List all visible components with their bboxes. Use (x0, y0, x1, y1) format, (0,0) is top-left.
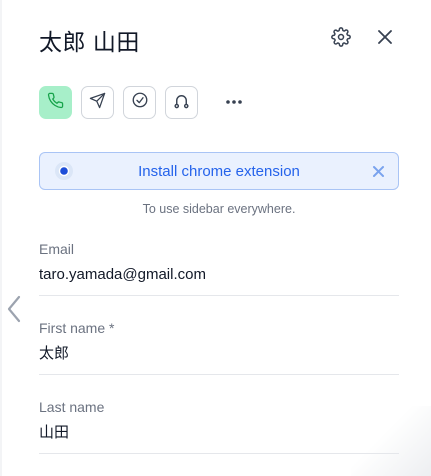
phone-icon (47, 92, 64, 114)
send-icon (89, 92, 106, 114)
sidebar-edge (0, 0, 2, 476)
contact-name-title: 太郎 山田 (39, 29, 140, 55)
action-bar (39, 86, 198, 119)
task-button[interactable] (123, 86, 156, 119)
banner-close-icon[interactable] (370, 163, 386, 179)
last-name-field[interactable]: Last name 山田 (39, 399, 399, 454)
email-label: Email (39, 241, 75, 257)
last-name-value[interactable]: 山田 (39, 424, 399, 454)
required-mark: * (109, 320, 115, 336)
first-name-label: First name * (39, 320, 115, 336)
banner-subtext: To use sidebar everywhere. (142, 202, 296, 216)
send-button[interactable] (81, 86, 114, 119)
chevron-left-icon[interactable] (4, 294, 24, 324)
more-horizontal-icon[interactable] (222, 90, 246, 114)
email-field[interactable]: Email taro.yamada@gmail.com (39, 241, 399, 296)
route-icon (172, 91, 191, 115)
email-value[interactable]: taro.yamada@gmail.com (39, 266, 399, 296)
sequence-button[interactable] (165, 86, 198, 119)
check-circle-icon (131, 91, 149, 114)
install-extension-banner[interactable]: Install chrome extension (39, 152, 399, 190)
contact-sidebar: 太郎 山田 Install chrome extension To use si… (0, 0, 431, 476)
install-extension-link[interactable]: Install chrome extension (40, 163, 398, 180)
close-icon[interactable] (373, 25, 397, 49)
gear-icon[interactable] (329, 25, 353, 49)
last-name-label: Last name (39, 399, 105, 415)
first-name-field[interactable]: First name * 太郎 (39, 320, 399, 375)
first-name-value[interactable]: 太郎 (39, 345, 399, 375)
call-button[interactable] (39, 86, 72, 119)
